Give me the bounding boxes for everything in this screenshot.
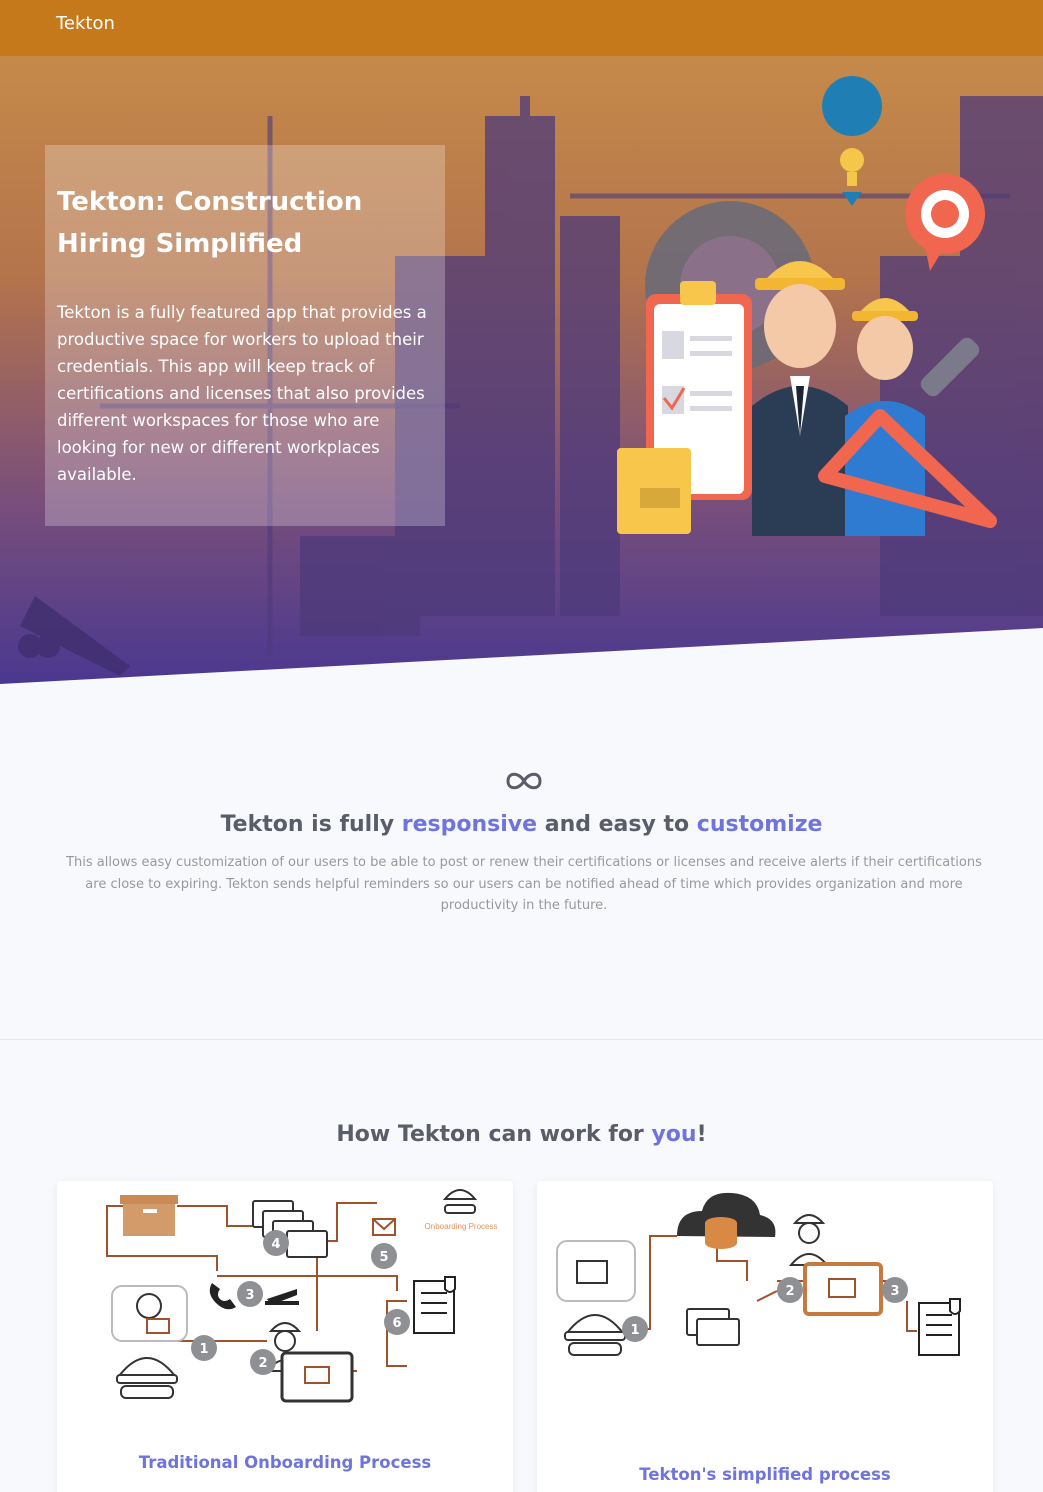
feature-title-accent-customize: customize xyxy=(696,812,823,837)
feature-title-accent-responsive: responsive xyxy=(401,812,538,837)
phone-icon xyxy=(209,1283,236,1310)
infinity-icon xyxy=(506,772,542,790)
how-title-suffix: ! xyxy=(696,1122,707,1147)
hero-title: Tekton: Construction Hiring Simplified xyxy=(57,187,363,259)
archive-box-icon xyxy=(120,1195,178,1236)
tablet-icon xyxy=(280,1351,354,1403)
tekton-process-title: Tekton's simplified process xyxy=(639,1465,891,1484)
traditional-process-diagram: Onboarding Process 1 2 3 4 5 6 xyxy=(106,1189,498,1403)
how-title-text: How Tekton can work for xyxy=(336,1122,652,1147)
step-6-badge: 6 xyxy=(392,1316,401,1331)
feature-section: Tekton is fully responsive and easy to c… xyxy=(0,686,1043,1040)
brand-link[interactable]: Tekton xyxy=(56,13,115,34)
step-4-badge: 4 xyxy=(271,1237,280,1252)
tablet-icon xyxy=(803,1262,883,1316)
hero-description: Tekton is a fully featured app that prov… xyxy=(57,303,427,484)
hiring-manager-icon xyxy=(788,1214,830,1266)
cloud-database-icon xyxy=(677,1192,776,1249)
worker-bubble-icon xyxy=(111,1285,188,1342)
feature-description: This allows easy customization of our us… xyxy=(66,855,982,913)
approved-document-icon xyxy=(413,1276,456,1334)
onboarding-label: Onboarding Process xyxy=(425,1222,498,1231)
onboarding-helmet-icon: Onboarding Process xyxy=(425,1189,498,1231)
certificates-stack-icon xyxy=(686,1308,740,1346)
tekton-process-card: 1 2 3 Tekton's simplified process xyxy=(537,1181,993,1492)
approved-document-icon xyxy=(918,1298,961,1356)
step-2-badge: 2 xyxy=(785,1284,794,1299)
traditional-process-card: Onboarding Process 1 2 3 4 5 6 Tradition… xyxy=(57,1181,513,1492)
step-1-badge: 1 xyxy=(199,1342,208,1357)
hero-intro-card: Tekton: Construction Hiring Simplified T… xyxy=(45,145,445,526)
hero-section: Tekton: Construction Hiring Simplified T… xyxy=(0,56,1043,686)
worker-bubble-icon xyxy=(556,1240,636,1302)
certificates-stack-icon xyxy=(252,1200,328,1258)
navbar: Tekton xyxy=(0,0,1043,56)
scanner-icon xyxy=(265,1289,299,1305)
email-icon xyxy=(372,1218,396,1236)
feature-title: Tekton is fully responsive and easy to c… xyxy=(0,812,1043,837)
how-title: How Tekton can work for you! xyxy=(0,1122,1043,1147)
safety-helmet-goggles-icon xyxy=(564,1314,626,1356)
traditional-process-title: Traditional Onboarding Process xyxy=(138,1453,432,1472)
step-5-badge: 5 xyxy=(379,1250,388,1265)
feature-title-text: Tekton is fully xyxy=(220,812,402,837)
step-3-badge: 3 xyxy=(245,1288,254,1303)
feature-title-mid: and easy to xyxy=(537,812,697,837)
step-2-badge: 2 xyxy=(258,1356,267,1371)
tekton-process-diagram: 1 2 3 xyxy=(556,1192,961,1356)
how-title-accent: you xyxy=(651,1122,697,1147)
safety-helmet-goggles-icon xyxy=(116,1357,178,1399)
step-1-badge: 1 xyxy=(630,1323,639,1338)
step-3-badge: 3 xyxy=(890,1284,899,1299)
